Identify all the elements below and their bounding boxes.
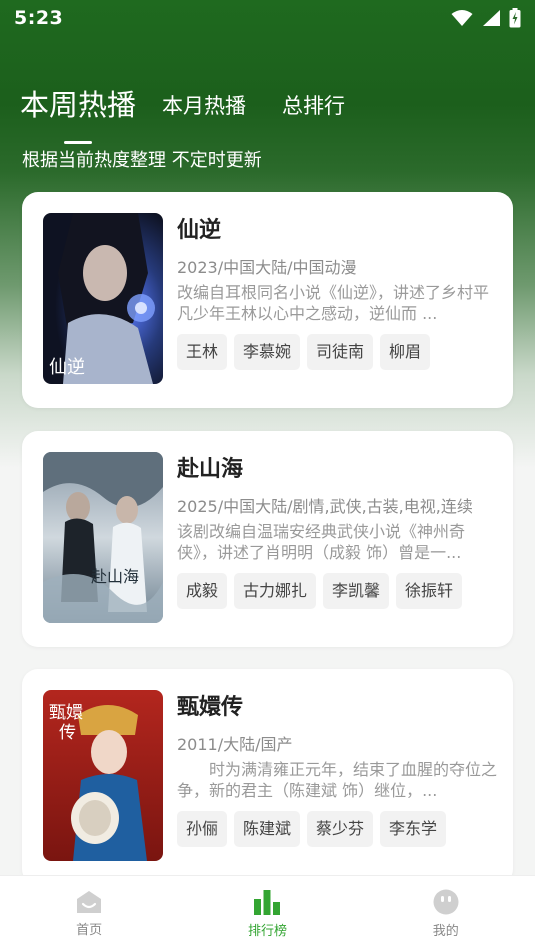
cast-tags: 王林 李慕婉 司徒南 柳眉 (177, 334, 497, 370)
show-meta: 2025/中国大陆/剧情,武侠,古装,电视,连续 (177, 497, 473, 516)
cast-tag[interactable]: 孙俪 (177, 811, 228, 847)
cast-tags: 成毅 古力娜扎 李凯馨 徐振轩 (177, 573, 497, 609)
nav-profile[interactable]: 我的 (386, 889, 506, 939)
cast-tag[interactable]: 王林 (177, 334, 228, 370)
cast-tag[interactable]: 陈建斌 (234, 811, 301, 847)
rank-tabs: 本周热播 本月热播 总排行 (20, 82, 345, 144)
cast-tag[interactable]: 成毅 (177, 573, 228, 609)
tab-overall-label: 总排行 (282, 94, 346, 118)
tab-active-indicator (64, 141, 92, 144)
show-description: 时为满清雍正元年，结束了血腥的夺位之争，新的君主（陈建斌 饰）继位，... (177, 760, 497, 800)
show-title: 赴山海 (177, 457, 244, 482)
cast-tag[interactable]: 李凯馨 (323, 573, 390, 609)
poster-image: 甄嬛 传 (43, 690, 163, 861)
profile-icon (433, 889, 459, 914)
tab-monthly-label: 本月热播 (162, 94, 247, 118)
ranking-icon (254, 889, 281, 915)
tab-weekly[interactable]: 本周热播 (20, 82, 137, 144)
show-meta: 2023/中国大陆/中国动漫 (177, 258, 357, 277)
home-icon (77, 890, 102, 913)
cast-tag[interactable]: 柳眉 (380, 334, 431, 370)
status-icons (451, 8, 521, 28)
show-meta: 2011/大陆/国产 (177, 735, 293, 754)
battery-icon (509, 8, 521, 28)
svg-text:赴山海: 赴山海 (91, 567, 139, 586)
poster-image: 仙逆 (43, 213, 163, 384)
wifi-icon (451, 10, 473, 26)
cast-tag[interactable]: 徐振轩 (396, 573, 463, 609)
cast-tag[interactable]: 李慕婉 (234, 334, 301, 370)
tab-weekly-label: 本周热播 (20, 88, 137, 122)
cast-tag[interactable]: 李东学 (380, 811, 447, 847)
poster-image: 赴山海 (43, 452, 163, 623)
show-title: 甄嬛传 (177, 695, 244, 720)
nav-profile-label: 我的 (432, 923, 459, 939)
show-card-fushanhai[interactable]: 赴山海 赴山海 2025/中国大陆/剧情,武侠,古装,电视,连续 该剧改编自温瑞… (22, 431, 513, 647)
nav-home-label: 首页 (76, 922, 103, 938)
show-card-zhenhuanzhuan[interactable]: 甄嬛 传 甄嬛传 2011/大陆/国产 时为满清雍正元年，结束了血腥的夺位之争，… (22, 669, 513, 885)
tab-overall[interactable]: 总排行 (282, 90, 345, 120)
tab-monthly[interactable]: 本月热播 (162, 90, 246, 120)
page-subtitle: 根据当前热度整理 不定时更新 (22, 150, 262, 171)
svg-text:传: 传 (59, 723, 76, 743)
status-time: 5:23 (14, 7, 64, 29)
cast-tag[interactable]: 古力娜扎 (234, 573, 317, 609)
nav-ranking-label: 排行榜 (247, 923, 287, 939)
cast-tag[interactable]: 蔡少芬 (307, 811, 374, 847)
svg-text:仙逆: 仙逆 (49, 357, 85, 378)
show-title: 仙逆 (177, 218, 222, 243)
show-description: 该剧改编自温瑞安经典武侠小说《神州奇侠》，讲述了肖明明（成毅 饰）曾是一... (177, 522, 466, 562)
show-card-xianni[interactable]: 仙逆 仙逆 2023/中国大陆/中国动漫 改编自耳根同名小说《仙逆》，讲述了乡村… (22, 192, 513, 408)
cast-tag[interactable]: 司徒南 (307, 334, 374, 370)
bottom-nav: 首页 排行榜 我的 (0, 875, 535, 951)
nav-home[interactable]: 首页 (29, 890, 149, 938)
show-description: 改编自耳根同名小说《仙逆》，讲述了乡村平凡少年王林以心中之感动，逆仙而 ... (177, 283, 490, 323)
svg-text:甄嬛: 甄嬛 (49, 703, 83, 723)
signal-icon (483, 10, 500, 26)
nav-ranking[interactable]: 排行榜 (207, 889, 327, 939)
cast-tags: 孙俪 陈建斌 蔡少芬 李东学 (177, 811, 497, 847)
status-bar: 5:23 (0, 0, 535, 36)
